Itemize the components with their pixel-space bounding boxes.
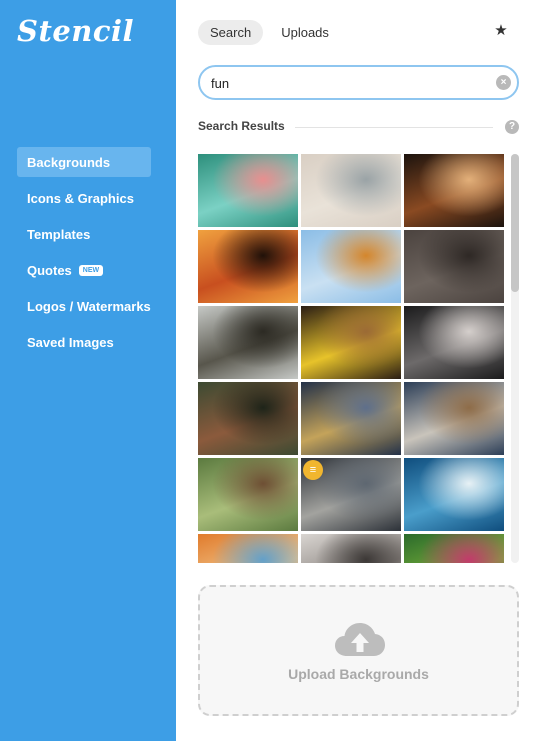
sidebar-item-label: Icons & Graphics (27, 190, 134, 206)
sidebar: Stencil Backgrounds Icons & Graphics Tem… (0, 0, 176, 741)
upload-backgrounds-dropzone[interactable]: Upload Backgrounds (198, 585, 519, 716)
sidebar-item-templates[interactable]: Templates (17, 219, 151, 249)
results-header: Search Results ? (198, 119, 520, 135)
thumbnail[interactable] (198, 154, 298, 227)
source-tabs: Search Uploads (198, 20, 341, 45)
thumbnail[interactable] (404, 154, 504, 227)
thumbnail[interactable] (301, 154, 401, 227)
thumbnail[interactable] (404, 458, 504, 531)
stencil-logo[interactable]: Stencil (17, 14, 134, 48)
sidebar-item-label: Quotes (27, 262, 72, 278)
sidebar-nav: Backgrounds Icons & Graphics Templates Q… (17, 147, 151, 363)
list-icon: ≡ (303, 460, 323, 480)
results-title: Search Results (198, 119, 295, 133)
scrollbar[interactable] (511, 154, 519, 563)
thumbnail[interactable] (301, 382, 401, 455)
thumbnail[interactable] (198, 534, 298, 563)
search-input[interactable] (211, 74, 481, 92)
sidebar-item-saved-images[interactable]: Saved Images (17, 327, 151, 357)
thumbnail[interactable] (301, 306, 401, 379)
thumbnail[interactable]: ≡ (301, 458, 401, 531)
thumbnail[interactable] (404, 534, 504, 563)
sidebar-item-label: Logos / Watermarks (27, 298, 151, 314)
sidebar-item-label: Saved Images (27, 334, 114, 350)
new-badge: NEW (78, 264, 104, 276)
sidebar-item-backgrounds[interactable]: Backgrounds (17, 147, 151, 177)
thumbnail[interactable] (301, 534, 401, 563)
thumbnail[interactable] (404, 306, 504, 379)
help-icon[interactable]: ? (505, 120, 519, 134)
sidebar-item-label: Backgrounds (27, 154, 111, 170)
scrollbar-thumb[interactable] (511, 154, 519, 292)
tab-uploads[interactable]: Uploads (269, 20, 341, 45)
results-grid: ≡ (198, 154, 504, 563)
search-box: × (198, 65, 519, 100)
sidebar-item-icons-graphics[interactable]: Icons & Graphics (17, 183, 151, 213)
sidebar-item-logos-watermarks[interactable]: Logos / Watermarks (17, 291, 151, 321)
thumbnail[interactable] (198, 382, 298, 455)
thumbnail[interactable] (198, 306, 298, 379)
sidebar-item-quotes[interactable]: Quotes NEW (17, 255, 151, 285)
tab-search[interactable]: Search (198, 20, 264, 45)
results-scroll-area[interactable]: ≡ (198, 154, 504, 563)
thumbnail[interactable] (404, 382, 504, 455)
clear-icon[interactable]: × (496, 75, 511, 90)
cloud-upload-icon (335, 623, 385, 656)
thumbnail[interactable] (301, 230, 401, 303)
thumbnail[interactable] (404, 230, 504, 303)
results-divider (288, 127, 493, 128)
thumbnail[interactable] (198, 458, 298, 531)
thumbnail[interactable] (198, 230, 298, 303)
upload-label: Upload Backgrounds (288, 666, 429, 682)
star-icon[interactable]: ★ (492, 22, 510, 40)
sidebar-item-label: Templates (27, 226, 91, 242)
